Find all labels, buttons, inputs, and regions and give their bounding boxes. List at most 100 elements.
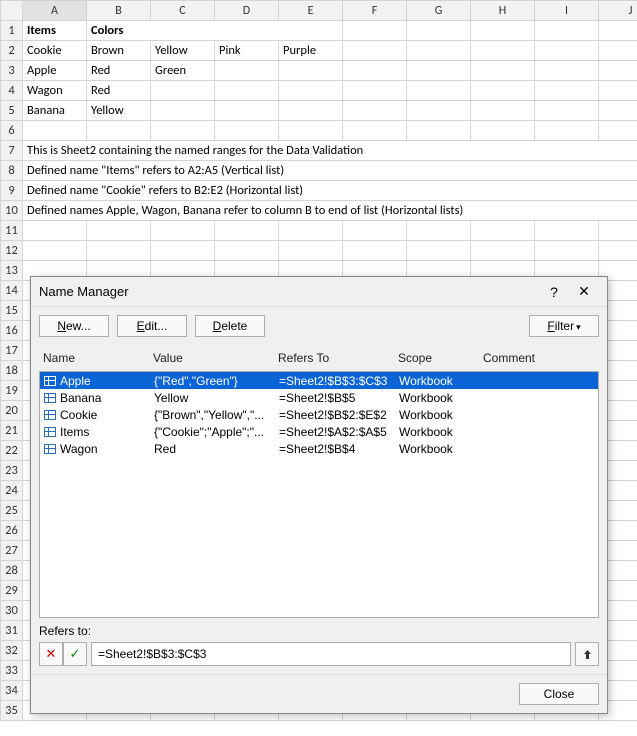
row-header[interactable]: 13 xyxy=(1,261,23,281)
cell[interactable] xyxy=(215,101,279,121)
row-header[interactable]: 5 xyxy=(1,101,23,121)
collapse-dialog-button[interactable] xyxy=(575,642,599,666)
cell[interactable] xyxy=(343,81,407,101)
row-header[interactable]: 25 xyxy=(1,501,23,521)
cell[interactable] xyxy=(535,61,599,81)
cell[interactable]: Pink xyxy=(215,41,279,61)
row-header[interactable]: 31 xyxy=(1,621,23,641)
cell[interactable] xyxy=(343,41,407,61)
cell[interactable]: Banana xyxy=(23,101,87,121)
filter-button[interactable]: Filter▾ xyxy=(529,315,599,337)
cell[interactable] xyxy=(279,101,343,121)
name-list[interactable]: Apple{"Red","Green"}=Sheet2!$B$3:$C$3Wor… xyxy=(39,371,599,618)
name-list-row[interactable]: BananaYellow=Sheet2!$B$5Workbook xyxy=(40,389,598,406)
name-list-row[interactable]: WagonRed=Sheet2!$B$4Workbook xyxy=(40,440,598,457)
cell[interactable] xyxy=(23,221,87,241)
cell[interactable]: Cookie xyxy=(23,41,87,61)
cell[interactable] xyxy=(599,121,637,141)
help-button[interactable]: ? xyxy=(539,279,569,305)
cell[interactable]: Colors xyxy=(87,21,343,41)
cell[interactable]: Yellow xyxy=(87,101,151,121)
cell[interactable] xyxy=(535,101,599,121)
column-headers[interactable]: A B C D E F G H I J xyxy=(1,1,637,21)
cell[interactable] xyxy=(471,121,535,141)
cell[interactable]: Defined name "Cookie" refers to B2:E2 (H… xyxy=(23,181,637,201)
row-header[interactable]: 23 xyxy=(1,461,23,481)
cell[interactable] xyxy=(407,101,471,121)
cell[interactable]: Items xyxy=(23,21,87,41)
cell[interactable] xyxy=(215,81,279,101)
cell[interactable] xyxy=(471,61,535,81)
col-comment[interactable]: Comment xyxy=(479,349,564,367)
cell[interactable] xyxy=(151,81,215,101)
row-header[interactable]: 1 xyxy=(1,21,23,41)
row-header[interactable]: 7 xyxy=(1,141,23,161)
cell[interactable] xyxy=(599,61,637,81)
col-value[interactable]: Value xyxy=(149,349,274,367)
cell[interactable] xyxy=(407,241,471,261)
cell[interactable]: Apple xyxy=(23,61,87,81)
cell[interactable] xyxy=(535,41,599,61)
cell[interactable] xyxy=(279,81,343,101)
col-header[interactable]: I xyxy=(535,1,599,21)
col-header[interactable]: A xyxy=(23,1,87,21)
row-header[interactable]: 17 xyxy=(1,341,23,361)
row-header[interactable]: 26 xyxy=(1,521,23,541)
row-header[interactable]: 27 xyxy=(1,541,23,561)
col-header[interactable]: B xyxy=(87,1,151,21)
refers-confirm-button[interactable]: ✓ xyxy=(63,642,87,666)
row-header[interactable]: 14 xyxy=(1,281,23,301)
cell[interactable] xyxy=(151,101,215,121)
row-header[interactable]: 16 xyxy=(1,321,23,341)
cell[interactable] xyxy=(471,41,535,61)
cell[interactable] xyxy=(471,21,535,41)
row-header[interactable]: 34 xyxy=(1,681,23,701)
col-scope[interactable]: Scope xyxy=(394,349,479,367)
close-button[interactable]: Close xyxy=(519,683,599,705)
name-list-row[interactable]: Apple{"Red","Green"}=Sheet2!$B$3:$C$3Wor… xyxy=(40,372,598,389)
cell[interactable] xyxy=(599,81,637,101)
cell[interactable] xyxy=(407,221,471,241)
cell[interactable] xyxy=(407,81,471,101)
row-header[interactable]: 9 xyxy=(1,181,23,201)
cell[interactable] xyxy=(87,221,151,241)
row-header[interactable]: 35 xyxy=(1,701,23,721)
cell[interactable] xyxy=(343,61,407,81)
cell[interactable] xyxy=(535,81,599,101)
cell[interactable] xyxy=(343,101,407,121)
cell[interactable]: Defined names Apple, Wagon, Banana refer… xyxy=(23,201,637,221)
row-header[interactable]: 33 xyxy=(1,661,23,681)
row-header[interactable]: 28 xyxy=(1,561,23,581)
cell[interactable] xyxy=(471,241,535,261)
col-refers[interactable]: Refers To xyxy=(274,349,394,367)
name-list-row[interactable]: Cookie{"Brown","Yellow","...=Sheet2!$B$2… xyxy=(40,406,598,423)
edit-button[interactable]: Edit... xyxy=(117,315,187,337)
name-list-row[interactable]: Items{"Cookie";"Apple";"...=Sheet2!$A$2:… xyxy=(40,423,598,440)
row-header[interactable]: 8 xyxy=(1,161,23,181)
row-header[interactable]: 24 xyxy=(1,481,23,501)
row-header[interactable]: 21 xyxy=(1,421,23,441)
col-header[interactable]: G xyxy=(407,1,471,21)
cell[interactable]: Wagon xyxy=(23,81,87,101)
cell[interactable]: Defined name "Items" refers to A2:A5 (Ve… xyxy=(23,161,637,181)
row-header[interactable]: 6 xyxy=(1,121,23,141)
refers-to-input[interactable] xyxy=(91,642,571,666)
col-header[interactable]: D xyxy=(215,1,279,21)
cell[interactable] xyxy=(215,61,279,81)
cell[interactable] xyxy=(599,101,637,121)
cell[interactable] xyxy=(279,241,343,261)
cell[interactable] xyxy=(151,241,215,261)
row-header[interactable]: 18 xyxy=(1,361,23,381)
cell[interactable] xyxy=(23,121,87,141)
cell[interactable] xyxy=(535,221,599,241)
row-header[interactable]: 29 xyxy=(1,581,23,601)
row-header[interactable]: 2 xyxy=(1,41,23,61)
select-all-corner[interactable] xyxy=(1,1,23,21)
new-button[interactable]: New... xyxy=(39,315,109,337)
row-header[interactable]: 22 xyxy=(1,441,23,461)
name-list-header[interactable]: Name Value Refers To Scope Comment xyxy=(31,345,607,371)
row-header[interactable]: 4 xyxy=(1,81,23,101)
cell[interactable] xyxy=(279,61,343,81)
cell[interactable] xyxy=(407,61,471,81)
cell[interactable] xyxy=(343,121,407,141)
